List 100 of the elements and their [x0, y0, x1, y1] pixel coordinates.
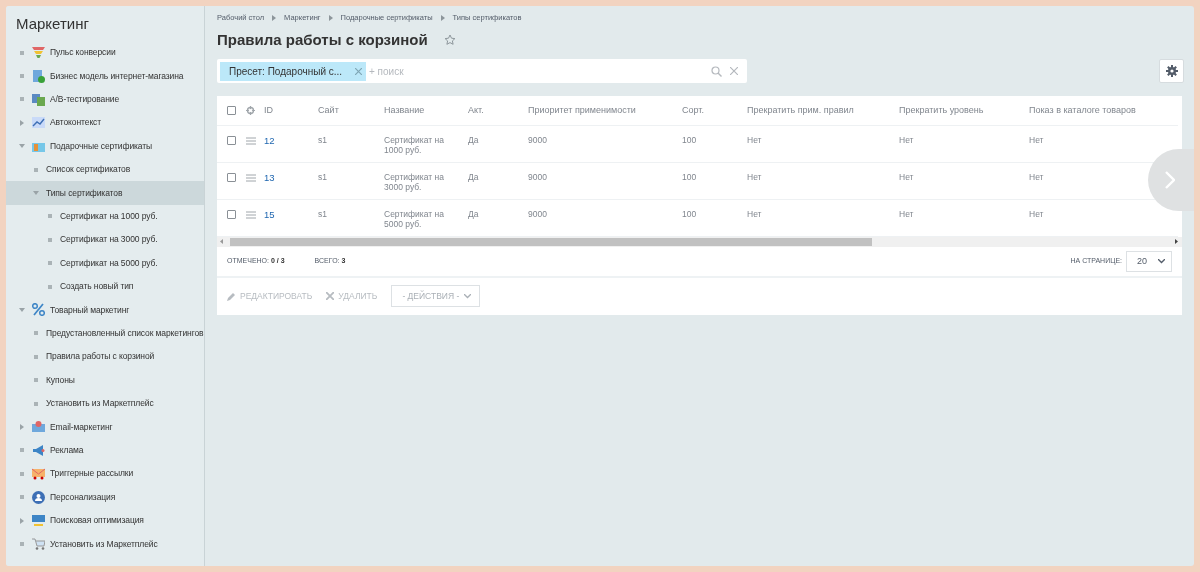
sidebar-item[interactable]: Предустановленный список маркетингов: [6, 321, 204, 346]
bullet-icon: [20, 495, 24, 500]
sidebar-item[interactable]: Купоны: [6, 368, 204, 392]
chevron-right-icon: [328, 14, 333, 21]
bullet-icon: [34, 378, 38, 383]
column-header[interactable]: Акт.: [468, 104, 484, 115]
sidebar-item[interactable]: Бизнес модель интернет-магазина: [6, 64, 204, 88]
sidebar-item[interactable]: Установить из Маркетплейс: [6, 532, 204, 556]
table-cell: 100: [682, 171, 697, 182]
sidebar-item[interactable]: Сертификат на 1000 руб.: [6, 204, 204, 229]
table-cell: Сертификат на 5000 руб.: [384, 208, 444, 229]
sidebar-title: Маркетинг: [15, 14, 90, 34]
sidebar-item[interactable]: Персонализация: [6, 485, 204, 509]
caret-icon: [464, 293, 472, 299]
bullet-icon: [34, 331, 38, 336]
table-cell: Нет: [899, 208, 914, 219]
sidebar-item[interactable]: Автоконтекст: [6, 111, 204, 135]
bullet-icon: [20, 50, 24, 55]
split-icon: [32, 92, 45, 106]
sidebar-item[interactable]: Сертификат на 3000 руб.: [6, 228, 204, 252]
sidebar-item[interactable]: Список сертификатов: [6, 157, 204, 182]
bullet-icon: [20, 471, 24, 476]
bullet-icon: [20, 448, 24, 453]
megaphone-icon: [32, 443, 45, 457]
table-cell: s1: [318, 134, 327, 145]
close-icon: [326, 292, 335, 301]
preset-label: Пресет: Подарочный с...: [229, 64, 343, 79]
table-cell: 100: [682, 134, 697, 145]
column-header[interactable]: Сайт: [318, 104, 339, 115]
star-icon[interactable]: [443, 34, 456, 47]
cart-icon: [32, 537, 45, 551]
envelope-icon: [32, 467, 45, 481]
table-cell: 9000: [528, 171, 547, 182]
table-cell: Сертификат на 3000 руб.: [384, 171, 444, 192]
bullet-icon: [34, 167, 38, 172]
page-title: Правила работы с корзиной: [217, 31, 428, 50]
table-cell: 100: [682, 208, 697, 219]
horizontal-scrollbar[interactable]: [217, 236, 1182, 247]
pencil-icon: [227, 291, 236, 301]
sidebar-item[interactable]: Создать новый тип: [6, 274, 204, 299]
bullet-icon: [34, 401, 38, 406]
search-field[interactable]: + поиск: [366, 62, 711, 80]
sidebar-item[interactable]: Товарный маркетинг: [6, 298, 204, 322]
table-cell: Нет: [747, 134, 762, 145]
document-icon: [32, 69, 45, 83]
scrollbar-thumb[interactable]: [230, 237, 872, 246]
table-cell: Да: [468, 208, 479, 219]
column-header[interactable]: ID: [264, 104, 273, 115]
menu-icon: [246, 173, 256, 182]
bullet-icon: [48, 261, 52, 266]
settings-button[interactable]: [1159, 59, 1184, 84]
sidebar-item[interactable]: Типы сертификатов: [6, 181, 204, 205]
bullet-icon: [48, 214, 52, 219]
table-cell: Сертификат на 1000 руб.: [384, 134, 444, 155]
sidebar-item[interactable]: Установить из Маркетплейс: [6, 391, 204, 416]
table-cell: 9000: [528, 134, 547, 145]
chart-icon: [32, 116, 45, 130]
row-checkbox[interactable]: [227, 135, 236, 145]
preset-chip[interactable]: Пресет: Подарочный с...: [220, 61, 366, 81]
sidebar-item[interactable]: Реклама: [6, 438, 204, 463]
menu-icon: [246, 210, 256, 219]
sidebar-item[interactable]: Поисковая оптимизация: [6, 508, 204, 533]
close-icon: [355, 67, 362, 75]
sidebar-item[interactable]: Триггерные рассылки: [6, 462, 204, 486]
column-header[interactable]: Сорт.: [682, 104, 704, 115]
select-all-checkbox[interactable]: [227, 106, 236, 115]
table-cell: Да: [468, 134, 479, 145]
per-page-select[interactable]: 20: [1126, 250, 1172, 272]
row-checkbox[interactable]: [227, 172, 236, 182]
id-link[interactable]: 13: [264, 171, 275, 183]
table-cell: Нет: [1029, 171, 1044, 182]
id-link[interactable]: 15: [264, 208, 275, 220]
column-header[interactable]: Показ в каталоге товаров: [1029, 104, 1136, 115]
sidebar-item[interactable]: A/B-тестирование: [6, 87, 204, 112]
table-cell: Нет: [747, 171, 762, 182]
table-cell: s1: [318, 171, 327, 182]
table-cell: Нет: [899, 134, 914, 145]
menu-icon: [246, 136, 256, 145]
chevron-right-icon: [440, 14, 445, 21]
column-header[interactable]: Приоритет применимости: [528, 104, 636, 115]
bullet-icon: [20, 74, 24, 79]
table-cell: Нет: [747, 208, 762, 219]
id-link[interactable]: 12: [264, 134, 275, 146]
chevron-right-icon: [1165, 171, 1175, 190]
bullet-icon: [48, 237, 52, 242]
column-header[interactable]: Название: [384, 104, 425, 115]
table-cell: Нет: [899, 171, 914, 182]
column-header[interactable]: Прекратить прим. правил: [747, 104, 854, 115]
table-cell: s1: [318, 208, 327, 219]
bullet-icon: [48, 284, 52, 289]
bullet-icon: [20, 541, 24, 546]
sidebar-item[interactable]: Подарочные сертификаты: [6, 134, 204, 158]
row-checkbox[interactable]: [227, 209, 236, 219]
bullet-icon: [20, 97, 24, 102]
filter-bar[interactable]: Пресет: Подарочный с... + поиск: [217, 59, 747, 84]
sidebar-item[interactable]: Email-маркетинг: [6, 415, 204, 439]
sidebar-item[interactable]: Пульс конверсии: [6, 41, 204, 65]
column-header[interactable]: Прекратить уровень: [899, 104, 984, 115]
sidebar-item[interactable]: Сертификат на 5000 руб.: [6, 251, 204, 275]
sidebar-item[interactable]: Правила работы с корзиной: [6, 345, 204, 369]
